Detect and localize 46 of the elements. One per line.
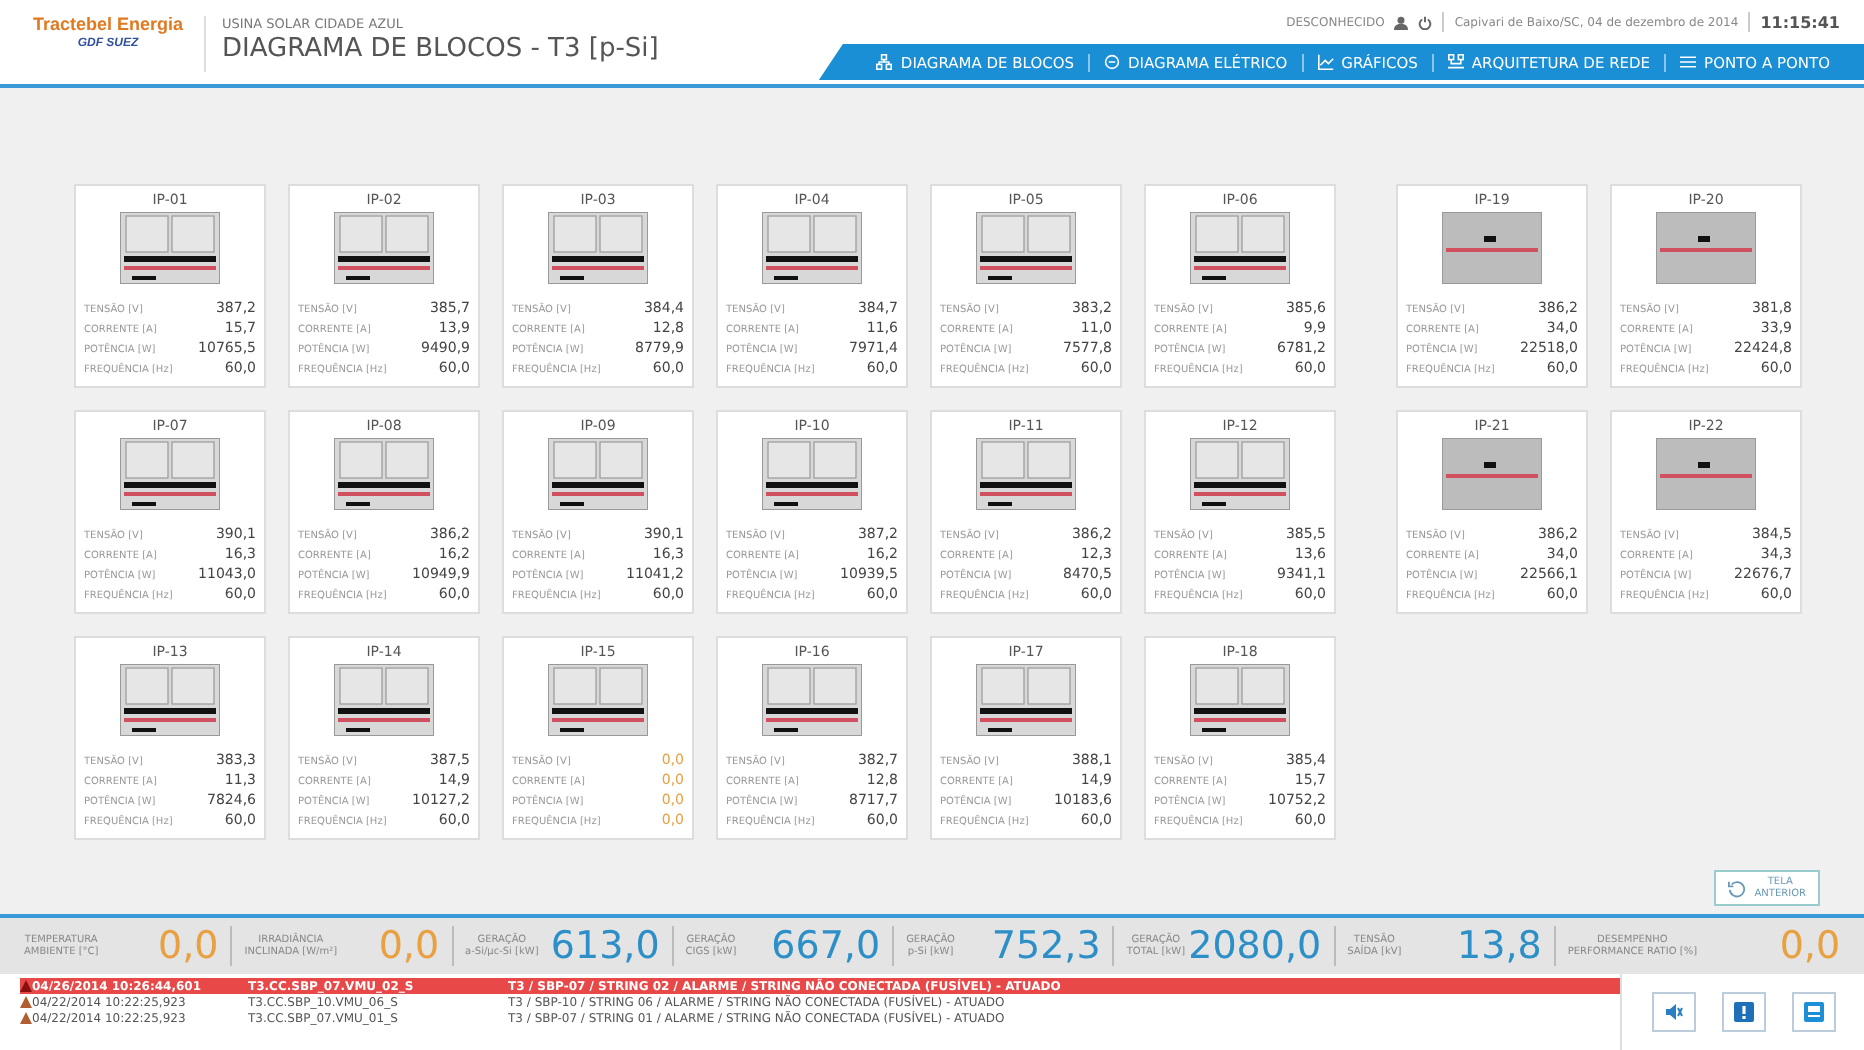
inverter-icon [120,664,220,736]
circle-icon [1104,54,1121,70]
list-icon [1680,54,1697,70]
inverter-icon [334,212,434,284]
page-title: DIAGRAMA DE BLOCOS - T3 [p-Si] [222,34,659,64]
inverter-icon [1190,438,1290,510]
inverter-icon [548,664,648,736]
stat-value: 13,8 [1457,924,1542,968]
inverter-icon [762,212,862,284]
inverter-icon [120,212,220,284]
inverter-icon [976,664,1076,736]
speaker-mute-icon [1663,1002,1683,1022]
panel-icon [1803,1002,1823,1022]
inverter-icon [976,212,1076,284]
stat-value: 2080,0 [1188,924,1322,968]
stat-value: 0,0 [378,924,440,968]
toolbar-button[interactable] [1791,992,1835,1032]
inverter-icon [1190,212,1290,284]
hierarchy-icon [876,54,893,70]
toolbar-button[interactable] [1721,992,1765,1032]
stat-value: 613,0 [550,924,660,968]
inverter-icon [1442,212,1542,284]
inverter-icon [548,438,648,510]
network-icon [1447,54,1464,70]
user-icon[interactable] [1394,15,1409,29]
clock-time: 11:15:41 [1760,13,1840,31]
inverter-icon [120,438,220,510]
inverter-icon [334,664,434,736]
stat-value: 667,0 [771,924,881,968]
stat-value: 0,0 [158,924,219,968]
stat-value: 752,3 [991,924,1101,968]
inverter-icon [1190,664,1290,736]
inverter-icon [762,438,862,510]
inverter-icon [1656,212,1756,284]
line-chart-icon [1317,54,1334,70]
refresh-icon [1728,879,1747,897]
inverter-icon [976,438,1076,510]
stat-value: 0,0 [1779,924,1841,968]
inverter-icon [762,664,862,736]
inverter-icon [1656,438,1756,510]
inverter-icon [548,212,648,284]
inverter-icon [334,438,434,510]
alert-icon [1733,1002,1753,1022]
toolbar-button[interactable] [1651,992,1695,1032]
inverter-icon [1442,438,1542,510]
power-icon[interactable] [1418,15,1433,29]
